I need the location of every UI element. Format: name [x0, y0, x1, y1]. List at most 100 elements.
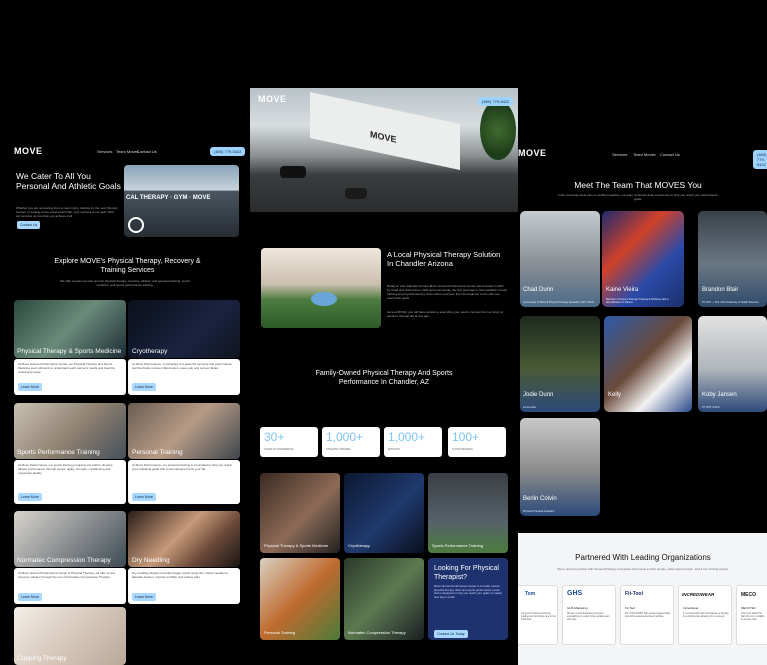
team-card-kaine[interactable]: Kaine Vieira Bachelor of Science Strengt…	[602, 211, 684, 307]
nav-team[interactable]: Team Moves	[633, 152, 656, 157]
learn-more-sports-performance[interactable]: Learn More	[18, 493, 42, 501]
partner-card-meco[interactable]: MECO MECOTEC This is an ideal first-hand…	[736, 585, 767, 645]
nav-services[interactable]: Services	[612, 152, 627, 157]
service-title-cryotherapy: Cryotherapy	[132, 348, 168, 355]
partner-name-fit-tool: Fit-Tool	[625, 606, 635, 610]
stat-patients-label: Patients	[388, 448, 400, 451]
learn-more-normatec[interactable]: Learn More	[18, 593, 42, 601]
site-logo[interactable]: MOVE	[14, 146, 43, 156]
stat-years-value: 30+	[264, 430, 285, 444]
team-card-kelly[interactable]: Kelly	[604, 316, 692, 412]
parked-car	[345, 188, 367, 199]
local-solution-body-2: Here at MOVE, you will have access to ev…	[387, 310, 504, 318]
team-card-chad[interactable]: Chad Dunn Co-Founder of Move & Physical …	[520, 211, 600, 307]
team-name-koby: Koby Jansen	[702, 392, 737, 398]
service-desc-normatec: At Move Human Performance Center & Physi…	[18, 571, 115, 579]
team-role-berlin: Physical Therapist Assistant	[523, 510, 555, 513]
learn-more-cryotherapy[interactable]: Learn More	[132, 383, 156, 391]
services-section-title: Explore MOVE's Physical Therapy, Recover…	[54, 258, 201, 274]
service-card-cryotherapy: At Move Performance, cryotherapy is a po…	[128, 359, 240, 395]
partner-logo-incrediwear: INCREDIWEAR	[682, 592, 715, 597]
team-role-kaine: Bachelor of Science Strength Training & …	[606, 298, 669, 304]
service-card-normatec: At Move Human Performance Center & Physi…	[14, 568, 126, 604]
service-title-cupping: Cupping Therapy	[17, 655, 67, 662]
nav-team[interactable]: Team Moves	[116, 149, 139, 154]
hero-subtitle: Whether you are recovering from a major …	[16, 206, 118, 218]
team-subtitle: From concierge-level care to certified c…	[558, 193, 718, 201]
site-logo[interactable]: MOVE	[258, 94, 287, 104]
team-name-chad: Chad Dunn	[523, 287, 554, 293]
stat-years-label: Years of Experience	[264, 448, 294, 451]
team-name-brandon: Brandon Blair	[702, 287, 739, 293]
team-card-koby[interactable]: Koby Jansen PT, DPT, CSCS	[698, 316, 767, 412]
parked-car	[280, 166, 306, 178]
tile-sports-performance[interactable]: Sports Performance Training	[428, 473, 508, 553]
learn-more-dry-needling[interactable]: Learn More	[132, 593, 156, 601]
tile-cryotherapy[interactable]: Cryotherapy	[344, 473, 424, 553]
partners-subtitle: We're proud to partner with focused thin…	[557, 567, 729, 571]
service-desc-cryotherapy: At Move Performance, cryotherapy is a po…	[132, 362, 232, 370]
tile-title-normatec: Normatec Compression Therapy	[348, 630, 406, 635]
partner-card-1[interactable]: Tom Long-term brand recovering, training…	[518, 585, 558, 645]
partner-desc-meco: This is an ideal first-hand for cryo mod…	[741, 612, 765, 621]
hero-title: We Cater To All You Personal And Athleti…	[16, 171, 121, 191]
partner-card-fit-tool[interactable]: Fit-Tool Fit-Tool FIT-TOOL DRIFT ball a …	[620, 585, 674, 645]
tile-physical-therapy[interactable]: Physical Therapy & Sports Medicine	[260, 473, 340, 553]
stat-reviews-label: 5 Star Reviews	[452, 448, 473, 451]
learn-more-physical-therapy[interactable]: Learn More	[18, 383, 42, 391]
team-card-brandon[interactable]: Brandon Blair PT, DPT — B.S. ASU Univers…	[698, 211, 767, 307]
team-role-chad: Co-Founder of Move & Physical Therapy Sp…	[523, 301, 594, 304]
partner-logo-fit-tool: Fit-Tool	[625, 591, 643, 597]
learn-more-personal-training[interactable]: Learn More	[132, 493, 156, 501]
looking-title: Looking For Physical Therapist?	[434, 565, 499, 581]
service-photo-physical-therapy: Physical Therapy & Sports Medicine	[14, 300, 126, 358]
stat-athletes-value: 1,000+	[326, 430, 364, 444]
gym-photo	[261, 248, 381, 328]
team-card-berlin[interactable]: Berlin Colvin Physical Therapist Assista…	[520, 418, 600, 516]
team-name-berlin: Berlin Colvin	[523, 496, 557, 502]
nav-contact[interactable]: Contact Us	[137, 149, 157, 154]
building-aerial-photo: MOVE	[250, 88, 518, 212]
local-solution-body: Ready to visit Chandler Arizona Move Hum…	[387, 284, 507, 300]
tile-normatec[interactable]: Normatec Compression Therapy	[344, 558, 424, 640]
partner-card-incrediwear[interactable]: INCREDIWEAR Incrediwear In a partnership…	[678, 585, 732, 645]
looking-body: Move Human Performance Center is a local…	[434, 584, 503, 599]
stat-reviews: 100+ 5 Star Reviews	[448, 427, 506, 457]
team-page-screenshot: MOVE Services Team Moves Contact Us (480…	[518, 140, 767, 665]
local-solution-title: A Local Physical Therapy Solution In Cha…	[387, 250, 501, 268]
partner-logo-meco: MECO	[741, 592, 756, 598]
contact-us-today-button[interactable]: Contact Us Today	[434, 630, 468, 638]
partner-name-ghs: GHS Marketing	[567, 606, 588, 610]
hero-contact-button[interactable]: Contact Us	[17, 221, 41, 229]
partner-desc-ghs: We are a local marketing company special…	[567, 612, 610, 621]
team-card-jodie[interactable]: Jodie Dunn Co-Founder	[520, 316, 600, 412]
team-name-jodie: Jodie Dunn	[523, 392, 554, 398]
tile-title-cryotherapy: Cryotherapy	[348, 543, 370, 548]
stat-patients-value: 1,000+	[388, 430, 426, 444]
service-photo-cupping: Cupping Therapy	[14, 607, 126, 665]
stat-reviews-value: 100+	[452, 430, 480, 444]
nav-services[interactable]: Services	[97, 149, 112, 154]
building-sign: CAL THERAPY · GYM · MOVE	[126, 195, 211, 201]
service-photo-sports-performance: Sports Performance Training	[14, 403, 126, 459]
partner-desc-1: Long-term brand recovering, training and…	[521, 612, 556, 621]
stat-years: 30+ Years of Experience	[260, 427, 318, 457]
service-desc-personal-training: At Move Performance, our personal traini…	[132, 463, 232, 471]
tile-personal-training[interactable]: Personal Training	[260, 558, 340, 640]
hero-building-photo: CAL THERAPY · GYM · MOVE	[124, 165, 239, 237]
team-title: Meet The Team That MOVES You	[574, 180, 702, 190]
site-logo[interactable]: MOVE	[518, 148, 547, 158]
partner-desc-fit-tool: FIT-TOOL DRIFT ball a heat mapped body t…	[625, 612, 671, 618]
phone-button[interactable]: (480) 779-5422	[478, 97, 514, 106]
service-photo-cryotherapy: Cryotherapy	[128, 300, 240, 358]
building-facade	[310, 92, 460, 170]
tree	[480, 100, 516, 160]
phone-button[interactable]: (480) 779-5422	[210, 147, 246, 156]
tile-title-personal-training: Personal Training	[264, 630, 296, 635]
partner-card-ghs[interactable]: GHS GHS Marketing We are a local marketi…	[562, 585, 616, 645]
looking-card: Looking For Physical Therapist? Move Hum…	[428, 558, 508, 640]
phone-button[interactable]: (480) 779-5422	[753, 150, 767, 169]
partner-name-incrediwear: Incrediwear	[683, 606, 699, 610]
nav-contact[interactable]: Contact Us	[660, 152, 680, 157]
service-card-personal-training: At Move Performance, our personal traini…	[128, 460, 240, 504]
